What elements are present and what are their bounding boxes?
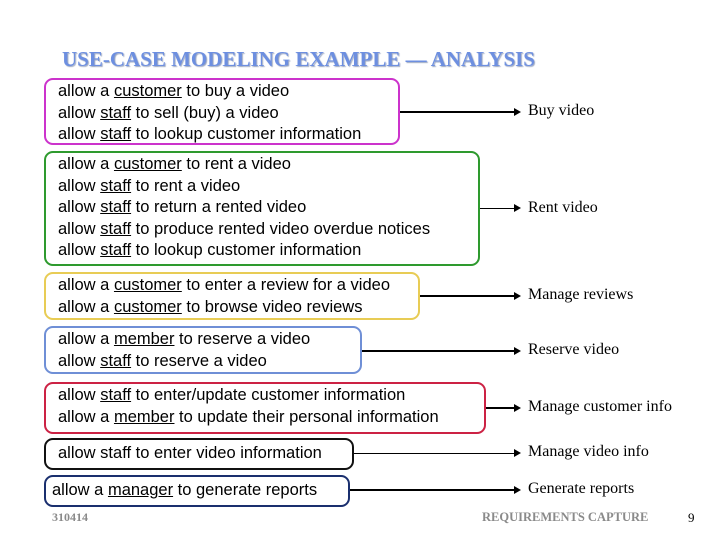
requirement-line: allow a member to reserve a video (58, 329, 360, 351)
actor-name: staff (100, 219, 132, 238)
actor-name: manager (107, 481, 174, 499)
connector-line (400, 111, 514, 113)
requirement-text: to buy a video (181, 82, 290, 100)
requirement-text: allow a (58, 82, 114, 100)
connector-line (350, 489, 514, 491)
requirement-line: allow a customer to browse video reviews (58, 297, 418, 319)
use-case-label: Manage customer info (528, 398, 672, 415)
requirement-text: to update their personal information (174, 407, 439, 426)
actor-name: customer (113, 82, 182, 100)
connector-line (420, 295, 514, 297)
requirement-text: to browse video reviews (181, 297, 363, 316)
requirement-text: allow a (58, 155, 114, 173)
requirement-text: allow a (58, 407, 114, 426)
actor-name: staff (100, 103, 132, 122)
slide-title: USE-CASE MODELING EXAMPLE — ANALYSIS (62, 47, 535, 71)
arrowhead-icon (514, 108, 521, 116)
requirement-line: allow staff to lookup customer informati… (58, 124, 398, 146)
requirements-group-box: allow staff to enter video information (44, 438, 354, 470)
requirement-text: allow staff to enter video information (58, 444, 322, 462)
requirements-group-box: allow a member to reserve a video allow s… (44, 326, 362, 374)
requirement-text: to sell (buy) a video (131, 103, 279, 122)
requirement-text: allow (58, 103, 101, 122)
arrowhead-icon (514, 204, 521, 212)
requirements-group-box: allow a customer to rent a video allow st… (44, 151, 480, 266)
requirement-line: allow staff to lookup customer informati… (58, 240, 478, 262)
requirement-text: to reserve a video (131, 351, 267, 370)
requirements-group-box: allow a customer to enter a review for a… (44, 272, 420, 320)
arrowhead-icon (514, 404, 521, 412)
requirement-text: allow (58, 125, 101, 143)
actor-name: customer (113, 297, 182, 316)
requirement-text: allow (58, 176, 101, 195)
actor-name: member (113, 330, 175, 348)
page-number: 9 (688, 510, 695, 525)
requirement-text: to rent a video (131, 176, 241, 195)
requirement-line: allow a manager to generate reports (52, 480, 348, 502)
requirement-line: allow a customer to buy a video (58, 81, 398, 103)
connector-line (486, 407, 514, 409)
requirement-text: allow (58, 351, 101, 370)
arrowhead-icon (514, 347, 521, 355)
actor-name: member (113, 407, 175, 426)
arrowhead-icon (514, 486, 521, 494)
requirement-text: to rent a video (181, 155, 291, 173)
use-case-label: Manage video info (528, 443, 649, 460)
requirement-text: allow (58, 386, 101, 404)
requirement-text: allow (58, 241, 101, 259)
requirement-text: to return a rented video (131, 198, 307, 216)
actor-name: staff (100, 386, 132, 404)
requirement-text: allow (58, 219, 101, 238)
actor-name: staff (100, 198, 132, 216)
requirement-line: allow staff to enter video information (58, 443, 352, 465)
requirement-line: allow staff to rent a video (58, 176, 478, 198)
requirement-line: allow staff to reserve a video (58, 351, 360, 373)
use-case-label: Manage reviews (528, 286, 634, 303)
requirement-line: allow staff to sell (buy) a video (58, 103, 398, 125)
requirements-group-box: allow a customer to buy a video allow sta… (44, 78, 400, 145)
requirement-text: to lookup customer information (131, 125, 362, 143)
use-case-label: Reserve video (528, 341, 620, 358)
actor-name: staff (100, 241, 132, 259)
requirement-text: allow a (58, 276, 114, 294)
requirement-text: allow a (58, 330, 114, 348)
actor-name: customer (113, 276, 182, 294)
connector-line (362, 350, 514, 352)
actor-name: staff (100, 351, 132, 370)
use-case-label: Generate reports (528, 480, 635, 497)
use-case-label: Buy video (528, 102, 595, 119)
requirement-line: allow staff to enter/update customer inf… (58, 385, 484, 407)
requirement-text: to lookup customer information (131, 241, 362, 259)
requirements-group-box: allow staff to enter/update customer inf… (44, 382, 486, 434)
requirement-text: allow a (58, 297, 114, 316)
requirement-text: to generate reports (173, 481, 318, 499)
arrowhead-icon (514, 292, 521, 300)
connector-line (480, 208, 514, 209)
requirement-line: allow a customer to enter a review for a… (58, 275, 418, 297)
requirement-text: allow (58, 198, 101, 216)
requirement-line: allow a member to update their personal … (58, 407, 484, 429)
requirements-group-box: allow a manager to generate reports (44, 475, 350, 507)
requirement-line: allow staff to produce rented video over… (58, 219, 478, 241)
actor-name: staff (100, 176, 132, 195)
connector-line (354, 453, 514, 454)
requirement-line: allow staff to return a rented video (58, 197, 478, 219)
requirement-text: to produce rented video overdue notices (131, 219, 431, 238)
arrowhead-icon (514, 449, 521, 457)
use-case-label: Rent video (528, 199, 598, 216)
requirement-line: allow a customer to rent a video (58, 154, 478, 176)
requirement-text: to enter a review for a video (181, 276, 391, 294)
actor-name: customer (113, 155, 182, 173)
section-label: REQUIREMENTS CAPTURE (482, 510, 649, 524)
requirement-text: to reserve a video (174, 330, 311, 348)
course-code: 310414 (52, 510, 88, 524)
actor-name: staff (100, 125, 132, 143)
requirement-text: allow a (52, 481, 108, 499)
requirement-text: to enter/update customer information (131, 386, 406, 404)
